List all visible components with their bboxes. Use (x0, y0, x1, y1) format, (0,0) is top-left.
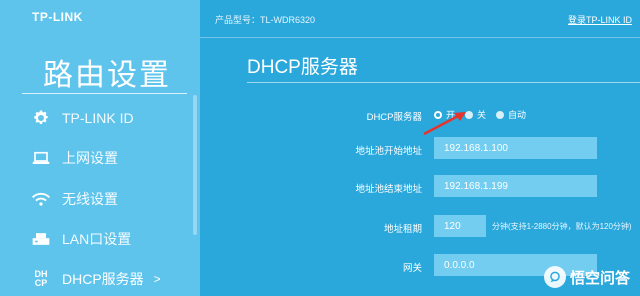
sidebar: TP-LINK 路由设置 TP-LINK ID 上网设置 无线设置 LAN口设置… (0, 0, 200, 296)
watermark-text: 悟空问答 (569, 269, 630, 287)
sidebar-item-dhcp[interactable]: DH CP DHCP服务器 > (30, 265, 190, 293)
pool-start-label: 地址池开始地址 (355, 146, 422, 157)
router-icon (30, 228, 52, 250)
top-header: 产品型号：TL-WDR6320 登录TP-LINK ID (200, 0, 640, 38)
dhcp-icon: DH CP (30, 268, 52, 290)
red-arrow-annotation (423, 112, 466, 136)
gear-icon (30, 107, 52, 129)
sidebar-item-tp-link-id[interactable]: TP-LINK ID (30, 104, 190, 132)
chevron-right-icon: > (153, 272, 161, 286)
model-label: 产品型号：TL-WDR6320 (215, 15, 316, 25)
sidebar-item-label: LAN口设置 (62, 231, 132, 247)
pool-end-input[interactable]: 192.168.1.199 (434, 175, 597, 197)
radio-unchecked-icon (496, 110, 505, 119)
sidebar-item-label: TP-LINK ID (62, 110, 134, 126)
laptop-icon (30, 147, 52, 169)
gateway-label: 网关 (402, 263, 422, 274)
sidebar-item-label: 上网设置 (62, 150, 118, 166)
sidebar-item-internet[interactable]: 上网设置 (30, 144, 190, 172)
sidebar-item-label: DHCP服务器 (62, 271, 144, 287)
sidebar-item-lan[interactable]: LAN口设置 (30, 225, 190, 253)
lease-time-label: 地址租期 (383, 224, 422, 235)
sidebar-item-wireless[interactable]: 无线设置 (30, 185, 190, 213)
radio-label: 自动 (508, 110, 527, 120)
pool-end-label: 地址池结束地址 (355, 184, 422, 195)
dhcp-server-label: DHCP服务器 (366, 112, 422, 123)
sidebar-divider (22, 93, 187, 94)
header-divider (200, 37, 640, 38)
sidebar-scrollbar[interactable] (193, 95, 197, 235)
chat-bubble-icon (543, 266, 566, 288)
pool-start-input[interactable]: 192.168.1.100 (434, 137, 597, 159)
watermark: 悟空问答 (543, 266, 630, 288)
lease-time-input[interactable]: 120 (434, 215, 486, 237)
tp-link-id-login-link[interactable]: 登录TP-LINK ID (568, 13, 632, 26)
lease-time-hint: 分钟(支持1-2880分钟，默认为120分钟) (492, 222, 632, 231)
title-divider (247, 82, 640, 83)
sidebar-title: 路由设置 (43, 59, 171, 92)
page-title: DHCP服务器 (247, 57, 358, 78)
dhcp-icon-text: CP (34, 278, 48, 288)
wifi-icon (30, 188, 52, 210)
dhcp-radio-auto[interactable]: 自动 (496, 108, 526, 121)
radio-label: 关 (477, 110, 487, 120)
tp-link-logo: TP-LINK (32, 10, 83, 24)
sidebar-item-label: 无线设置 (62, 191, 118, 207)
